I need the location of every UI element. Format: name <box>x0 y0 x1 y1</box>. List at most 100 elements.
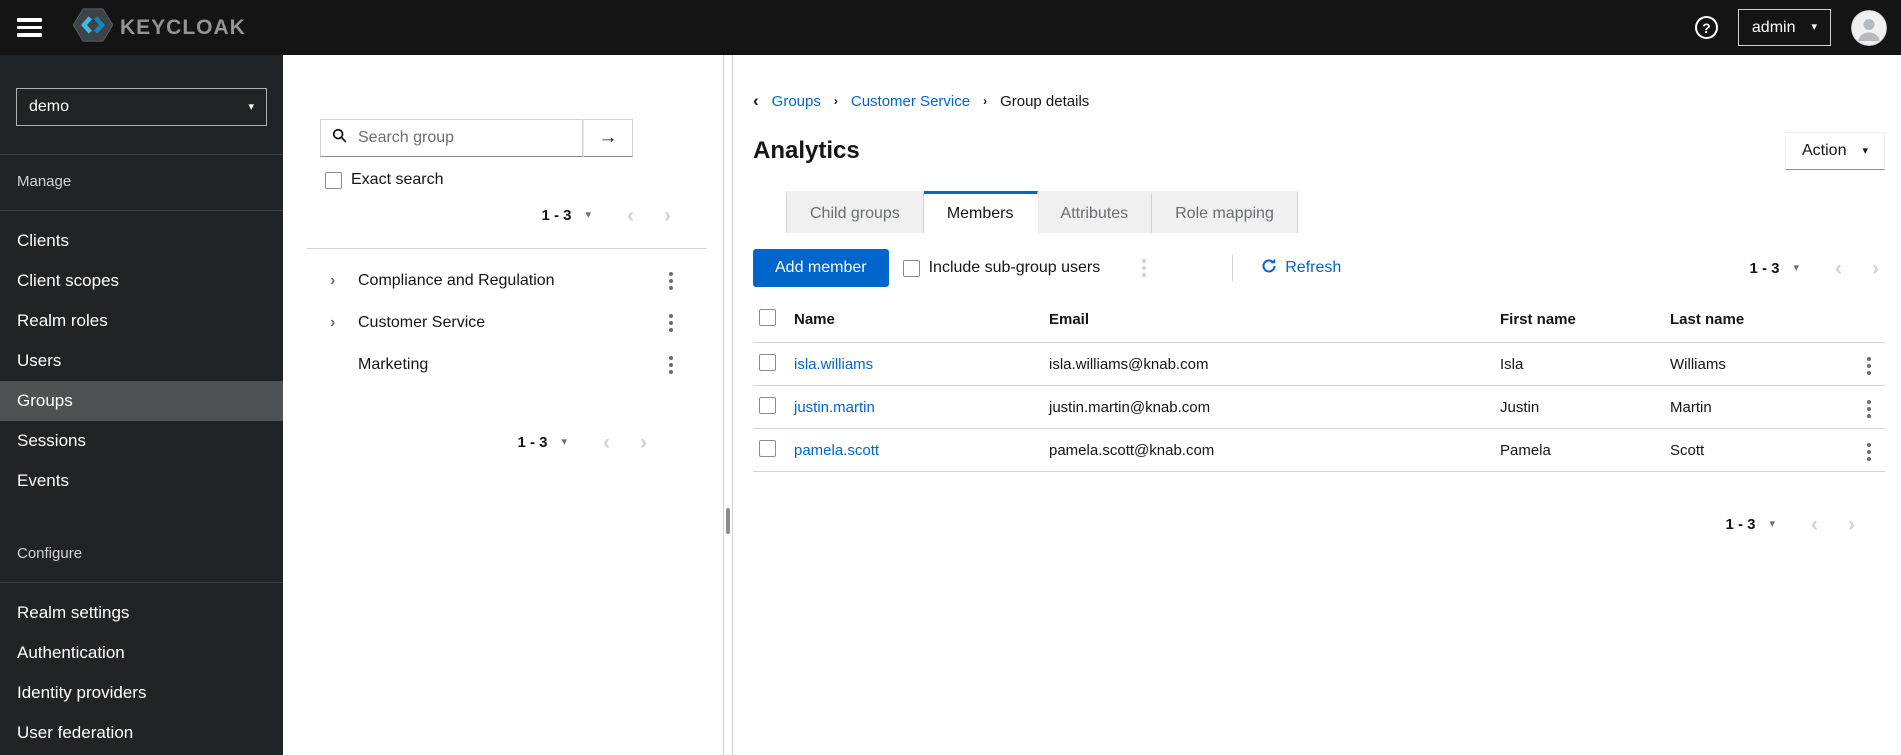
nav-section-label-configure: Configure <box>17 545 83 562</box>
groups-pagination-top: 1 - 3 ▾ ‹ › <box>541 205 671 226</box>
page-prev-button[interactable]: ‹ <box>1835 258 1842 279</box>
sidebar-item-user-federation[interactable]: User federation <box>0 713 283 753</box>
breadcrumb-back-icon[interactable]: ‹ <box>753 91 759 111</box>
pagination-range-toggle[interactable]: 1 - 3 ▾ <box>541 207 591 224</box>
members-table: Name Email First name Last name isla.wil… <box>753 299 1885 472</box>
refresh-icon <box>1261 258 1277 279</box>
breadcrumb-link-groups[interactable]: Groups <box>772 93 821 110</box>
user-dropdown[interactable]: admin ▾ <box>1737 9 1831 46</box>
user-name: admin <box>1751 18 1796 36</box>
row-kebab-menu-button[interactable] <box>1861 438 1877 466</box>
sidebar-item-client-scopes[interactable]: Client scopes <box>0 261 283 301</box>
page-title: Analytics <box>753 137 860 164</box>
breadcrumb: ‹ Groups › Customer Service › Group deta… <box>753 91 1885 111</box>
page-prev-button[interactable]: ‹ <box>603 432 610 453</box>
pagination-range-toggle[interactable]: 1 - 3 ▾ <box>1749 260 1799 277</box>
row-checkbox[interactable] <box>759 353 776 371</box>
page-next-button[interactable]: › <box>1848 514 1855 535</box>
page-next-button[interactable]: › <box>640 432 647 453</box>
chevron-right-icon: › <box>833 94 838 108</box>
row-checkbox[interactable] <box>759 439 776 457</box>
group-tabs: Child groups Members Attributes Role map… <box>786 191 1298 233</box>
members-pagination-bottom: 1 - 3 ▾ ‹ › <box>1725 514 1855 535</box>
member-name-link[interactable]: isla.williams <box>794 356 873 373</box>
nav-menu-toggle-icon[interactable] <box>17 18 42 37</box>
realm-name: demo <box>29 98 70 115</box>
resize-grip-icon <box>726 508 730 534</box>
kebab-menu-button[interactable] <box>663 309 679 337</box>
group-tree-item-marketing[interactable]: Marketing <box>307 344 707 386</box>
member-last-name: Williams <box>1670 342 1837 386</box>
tab-members[interactable]: Members <box>923 191 1038 233</box>
include-subgroups-checkbox[interactable] <box>902 259 920 277</box>
page-next-button[interactable]: › <box>664 205 671 226</box>
caret-down-icon: ▾ <box>1862 144 1868 157</box>
row-kebab-menu-button[interactable] <box>1861 352 1877 380</box>
nav-section-label-manage: Manage <box>17 173 72 190</box>
sidebar-item-clients[interactable]: Clients <box>0 221 283 261</box>
sidebar-item-identity-providers[interactable]: Identity providers <box>0 673 283 713</box>
help-icon[interactable]: ? <box>1694 16 1718 39</box>
sidebar-item-realm-roles[interactable]: Realm roles <box>0 301 283 341</box>
exact-search-checkbox[interactable] <box>325 171 342 189</box>
select-all-checkbox[interactable] <box>759 309 776 326</box>
breadcrumb-current: Group details <box>1000 92 1090 110</box>
group-name: Marketing <box>358 356 429 373</box>
masthead: KEYCLOAK ? admin ▾ <box>0 0 1901 55</box>
expand-chevron-icon[interactable]: › <box>330 314 350 332</box>
action-dropdown[interactable]: Action ▾ <box>1785 132 1885 170</box>
sidebar-item-events[interactable]: Events <box>0 461 283 501</box>
column-header-last-name: Last name <box>1670 299 1837 343</box>
sidebar-item-realm-settings[interactable]: Realm settings <box>0 593 283 633</box>
divider <box>1232 255 1234 281</box>
add-member-button[interactable]: Add member <box>753 249 889 287</box>
tab-role-mapping[interactable]: Role mapping <box>1152 191 1298 233</box>
group-tree-item-customer-service[interactable]: › Customer Service <box>307 302 707 344</box>
group-tree-item-compliance-and-regulation[interactable]: › Compliance and Regulation <box>307 260 707 302</box>
member-name-link[interactable]: pamela.scott <box>794 442 879 459</box>
page-prev-button[interactable]: ‹ <box>1811 514 1818 535</box>
page-next-button[interactable]: › <box>1872 258 1879 279</box>
table-row: isla.williams isla.williams@knab.com Isl… <box>753 342 1885 386</box>
member-last-name: Scott <box>1670 428 1837 472</box>
kebab-menu-button[interactable] <box>663 267 679 295</box>
tab-child-groups[interactable]: Child groups <box>786 191 924 233</box>
sidebar-item-users[interactable]: Users <box>0 341 283 381</box>
tab-attributes[interactable]: Attributes <box>1037 191 1153 233</box>
panel-resize-handle[interactable] <box>723 55 733 755</box>
include-subgroups-control: Include sub-group users <box>902 259 1100 277</box>
member-email: isla.williams@knab.com <box>1049 342 1500 386</box>
group-search-input[interactable] <box>356 128 574 148</box>
caret-down-icon: ▾ <box>585 209 591 221</box>
member-name-link[interactable]: justin.martin <box>794 399 875 416</box>
breadcrumb-link-customer-service[interactable]: Customer Service <box>851 93 970 110</box>
pagination-range-toggle[interactable]: 1 - 3 ▾ <box>517 434 567 451</box>
kebab-menu-button[interactable] <box>663 351 679 379</box>
caret-down-icon: ▾ <box>248 100 254 113</box>
sidebar-item-authentication[interactable]: Authentication <box>0 633 283 673</box>
kebab-menu-button[interactable] <box>1136 254 1152 282</box>
members-toolbar: Add member Include sub-group users Refre… <box>753 241 1885 295</box>
member-email: justin.martin@knab.com <box>1049 385 1500 429</box>
pagination-range-toggle[interactable]: 1 - 3 ▾ <box>1725 516 1775 533</box>
group-name: Compliance and Regulation <box>358 272 555 289</box>
page-prev-button[interactable]: ‹ <box>627 205 634 226</box>
row-kebab-menu-button[interactable] <box>1861 395 1877 423</box>
sidebar-item-sessions[interactable]: Sessions <box>0 421 283 461</box>
group-search-box <box>320 119 583 157</box>
sidebar-item-groups[interactable]: Groups <box>0 381 283 421</box>
expand-chevron-icon[interactable]: › <box>330 272 350 290</box>
table-row: justin.martin justin.martin@knab.com Jus… <box>753 385 1885 429</box>
member-first-name: Pamela <box>1500 428 1670 472</box>
search-submit-button[interactable]: → <box>583 119 633 157</box>
keycloak-logo[interactable]: KEYCLOAK <box>72 7 246 48</box>
realm-selector[interactable]: demo ▾ <box>16 88 267 126</box>
avatar[interactable] <box>1851 9 1887 46</box>
refresh-button[interactable]: Refresh <box>1261 258 1341 279</box>
arrow-right-icon: → <box>598 127 618 148</box>
member-first-name: Justin <box>1500 385 1670 429</box>
column-header-email: Email <box>1049 299 1500 343</box>
caret-down-icon: ▾ <box>561 436 567 448</box>
group-tree: › Compliance and Regulation › Customer S… <box>307 260 707 386</box>
row-checkbox[interactable] <box>759 396 776 414</box>
